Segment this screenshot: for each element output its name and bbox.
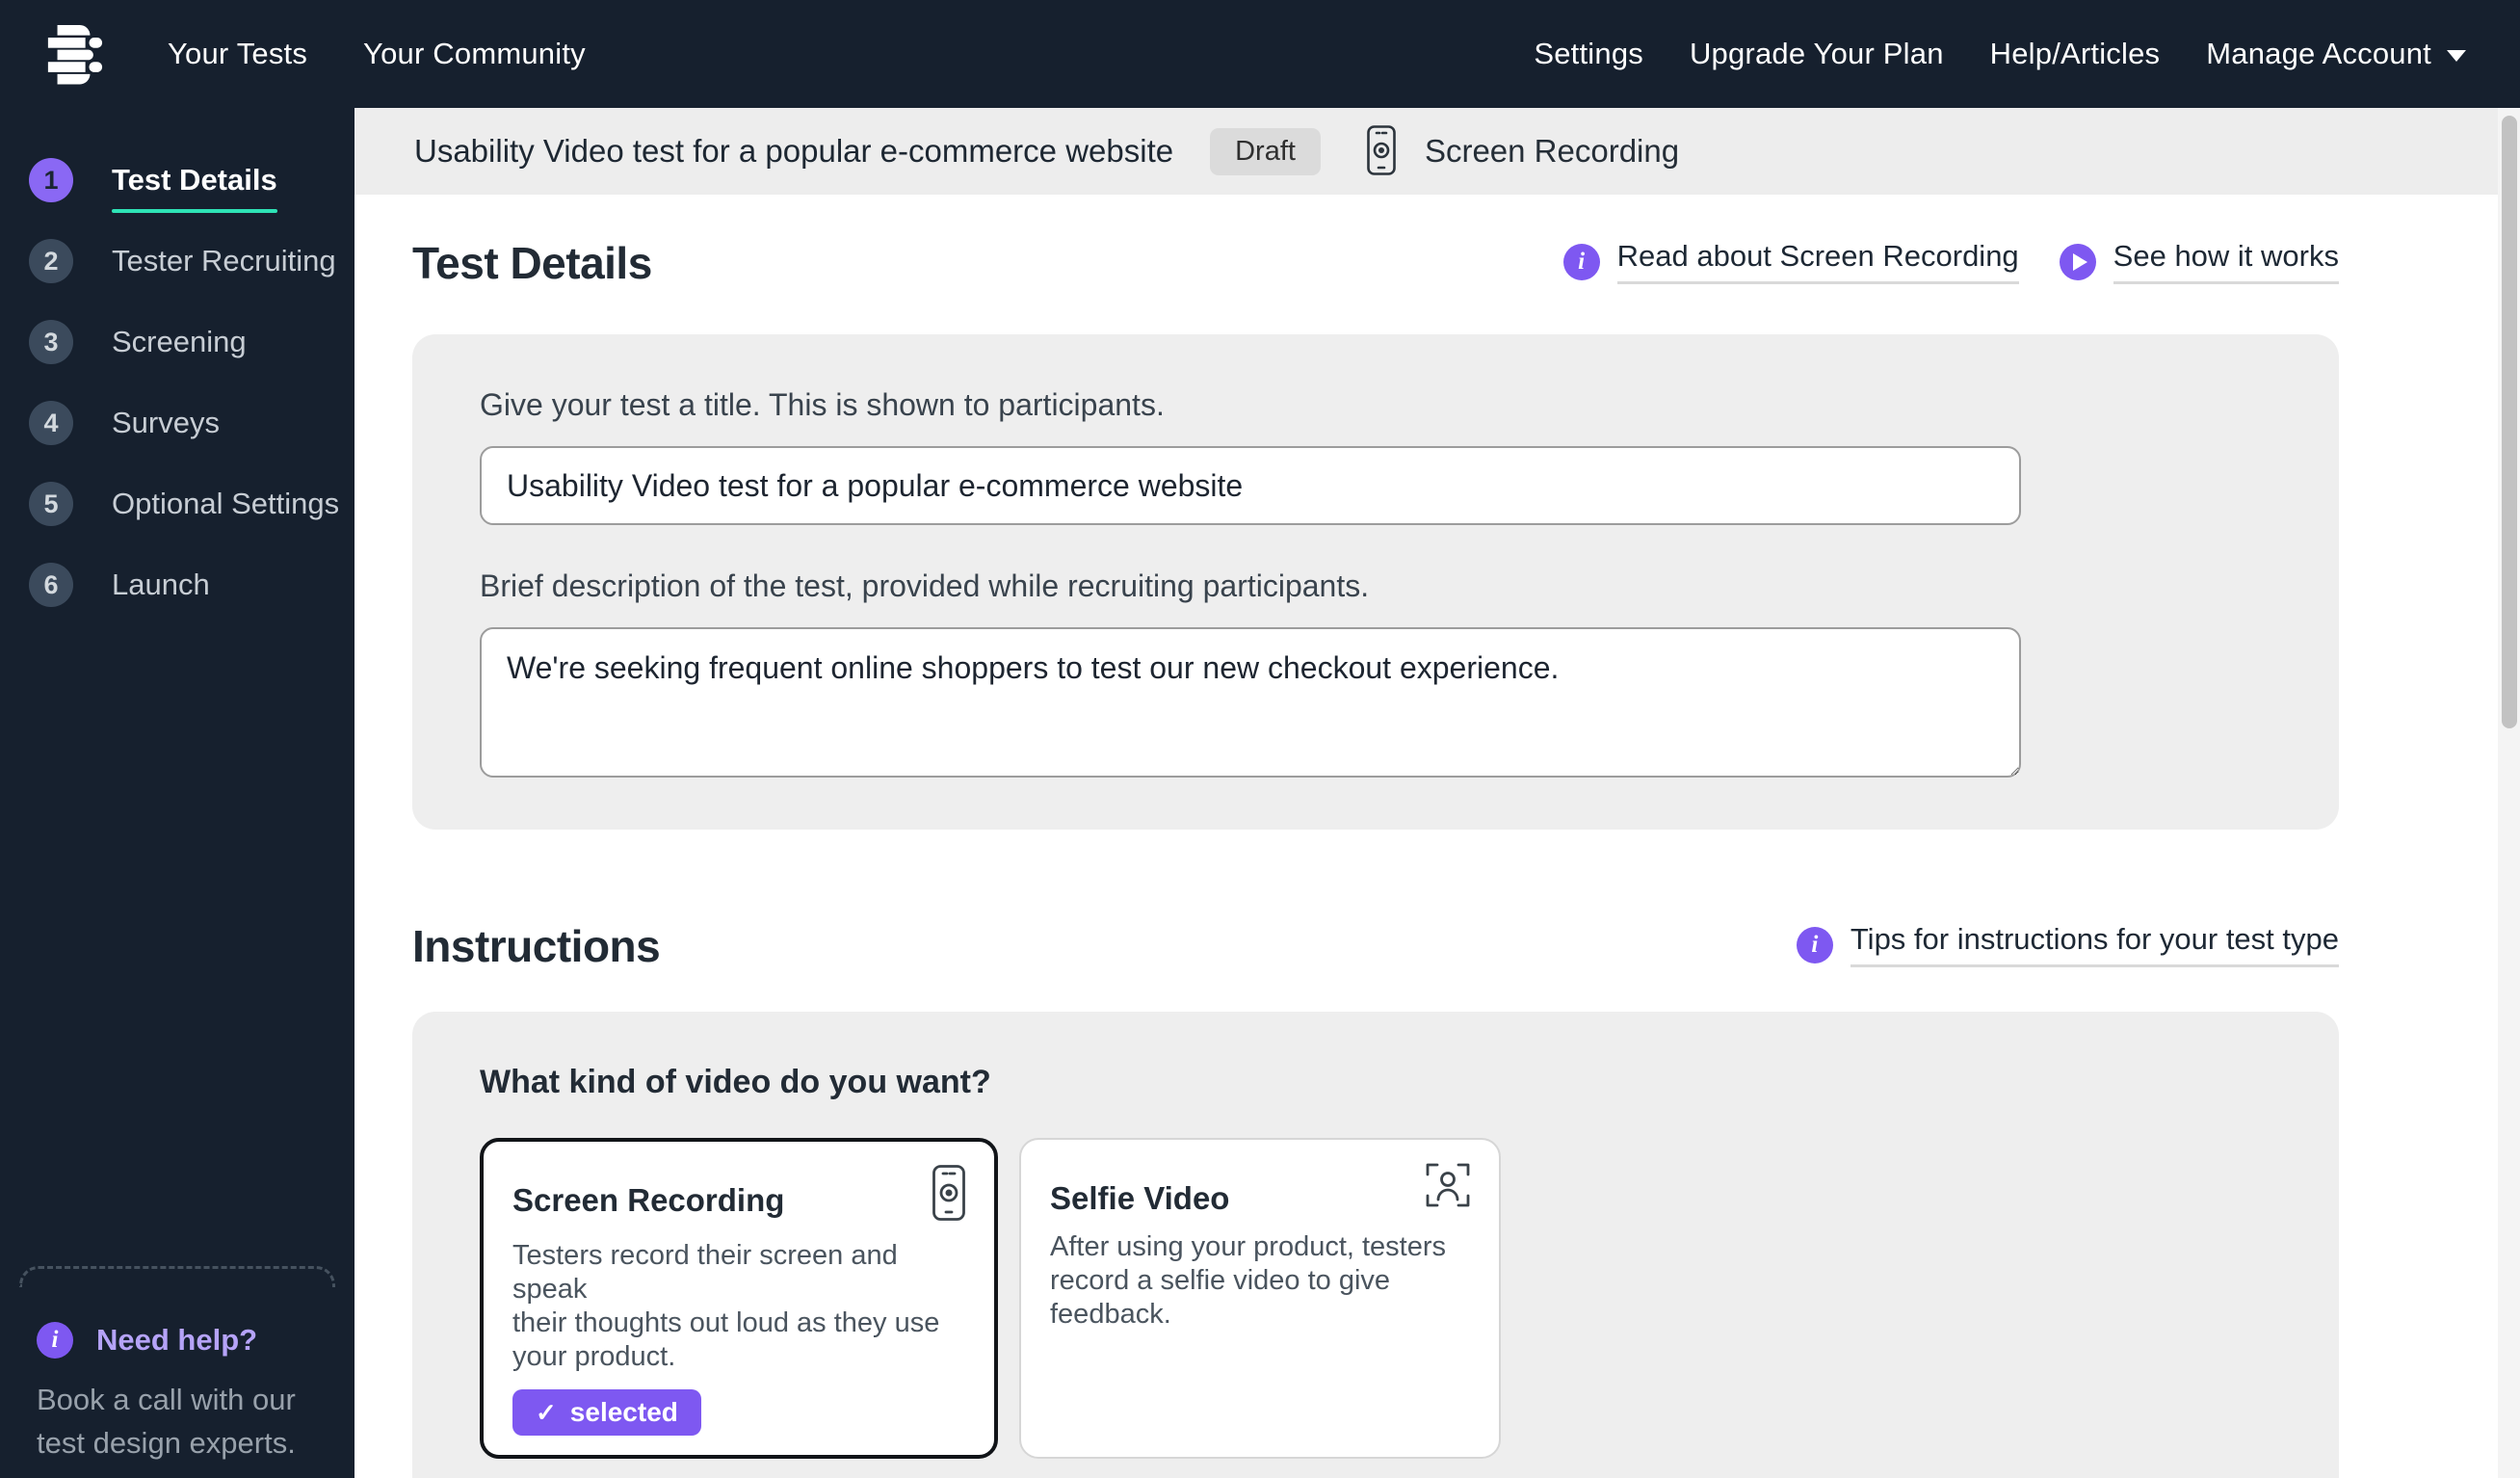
step-label: Tester Recruiting	[112, 244, 336, 277]
step-list: 1 Test Details 2 Tester Recruiting 3 Scr…	[0, 108, 354, 607]
step-number-badge: 3	[29, 320, 73, 364]
screen-recording-phone-icon	[1367, 124, 1396, 180]
test-title-input[interactable]	[480, 446, 2021, 525]
read-about-label: Read about Screen Recording	[1616, 239, 2019, 284]
see-how-it-works-link[interactable]: See how it works	[2059, 239, 2339, 284]
screen-recording-phone-icon	[932, 1165, 965, 1226]
test-details-panel: Give your test a title. This is shown to…	[412, 334, 2339, 830]
sidebar-step-screening[interactable]: 3 Screening	[29, 320, 354, 364]
need-help-panel: i Need help? Book a call with our test d…	[19, 1266, 335, 1465]
sidebar-step-optional-settings[interactable]: 5 Optional Settings	[29, 482, 354, 526]
nav-help-articles[interactable]: Help/Articles	[1990, 37, 2161, 71]
sidebar-step-test-details[interactable]: 1 Test Details	[29, 158, 354, 213]
scrollbar-thumb[interactable]	[2502, 116, 2517, 728]
steps-sidebar: 1 Test Details 2 Tester Recruiting 3 Scr…	[0, 108, 354, 1478]
info-icon: i	[1562, 243, 1600, 280]
vertical-scrollbar[interactable]	[2498, 108, 2520, 1478]
step-label: Screening	[112, 325, 247, 358]
step-number-badge: 1	[29, 158, 73, 202]
option-description: After using your product, testers record…	[1050, 1231, 1447, 1330]
read-about-link[interactable]: i Read about Screen Recording	[1562, 239, 2019, 284]
test-details-heading: Test Details	[412, 238, 652, 288]
test-type-label: Screen Recording	[1424, 133, 1680, 169]
status-badge: Draft	[1210, 127, 1321, 175]
step-label: Surveys	[112, 406, 220, 439]
nav-your-tests[interactable]: Your Tests	[168, 37, 307, 71]
check-icon: ✓	[536, 1397, 557, 1427]
step-number-badge: 5	[29, 482, 73, 526]
title-field-label: Give your test a title. This is shown to…	[480, 387, 1165, 422]
tips-label: Tips for instructions for your test type	[1850, 922, 2339, 967]
chevron-down-icon	[2447, 50, 2466, 62]
step-number-badge: 6	[29, 563, 73, 607]
see-how-it-works-label: See how it works	[2113, 239, 2339, 284]
nav-your-community[interactable]: Your Community	[363, 37, 586, 71]
test-title: Usability Video test for a popular e-com…	[414, 133, 1174, 169]
sidebar-step-launch[interactable]: 6 Launch	[29, 563, 354, 607]
video-type-question: What kind of video do you want?	[480, 1064, 991, 1100]
step-number-badge: 4	[29, 401, 73, 445]
option-title: Selfie Video	[1050, 1180, 1230, 1216]
option-description: Testers record their screen and speak th…	[512, 1240, 940, 1372]
selected-badge: ✓ selected	[512, 1389, 701, 1436]
selfie-frame-icon	[1426, 1163, 1470, 1212]
info-icon: i	[37, 1322, 73, 1359]
instructions-heading: Instructions	[412, 921, 661, 971]
step-label: Launch	[112, 567, 210, 601]
app-window: Your Tests Your Community Settings Upgra…	[0, 0, 2520, 1478]
tips-link[interactable]: i Tips for instructions for your test ty…	[1796, 922, 2339, 967]
nav-manage-account[interactable]: Manage Account	[2206, 37, 2466, 71]
option-screen-recording[interactable]: Screen Recording Testers record their sc…	[480, 1138, 998, 1459]
play-icon	[2059, 243, 2096, 280]
description-field-label: Brief description of the test, provided …	[480, 568, 1370, 603]
sidebar-step-tester-recruiting[interactable]: 2 Tester Recruiting	[29, 239, 354, 283]
selected-badge-label: selected	[569, 1397, 678, 1427]
test-description-textarea[interactable]: We're seeking frequent online shoppers t…	[480, 627, 2021, 778]
sidebar-step-surveys[interactable]: 4 Surveys	[29, 401, 354, 445]
step-label: Optional Settings	[112, 487, 340, 520]
info-icon: i	[1796, 926, 1833, 963]
instructions-panel: What kind of video do you want? Screen R…	[412, 1012, 2339, 1478]
step-number-badge: 2	[29, 239, 73, 283]
navbar-left-links: Your Tests Your Community	[168, 37, 586, 71]
manage-account-label: Manage Account	[2206, 37, 2431, 70]
need-help-link[interactable]: i Need help?	[37, 1322, 335, 1359]
step-label: Test Details	[112, 163, 277, 213]
option-selfie-video[interactable]: Selfie Video After using your product, t…	[1019, 1138, 1501, 1459]
option-title: Screen Recording	[512, 1182, 785, 1218]
dashed-divider	[19, 1266, 335, 1287]
navbar-right-links: Settings Upgrade Your Plan Help/Articles…	[1534, 37, 2466, 71]
need-help-label: Need help?	[96, 1323, 258, 1357]
test-header-bar: Usability Video test for a popular e-com…	[354, 108, 2520, 195]
nav-settings[interactable]: Settings	[1534, 37, 1643, 71]
main-content: Usability Video test for a popular e-com…	[354, 108, 2520, 1478]
top-navbar: Your Tests Your Community Settings Upgra…	[0, 0, 2520, 108]
nav-upgrade-plan[interactable]: Upgrade Your Plan	[1690, 37, 1944, 71]
need-help-description: Book a call with our test design experts…	[37, 1383, 296, 1460]
userbrain-logo-icon[interactable]	[44, 22, 104, 86]
